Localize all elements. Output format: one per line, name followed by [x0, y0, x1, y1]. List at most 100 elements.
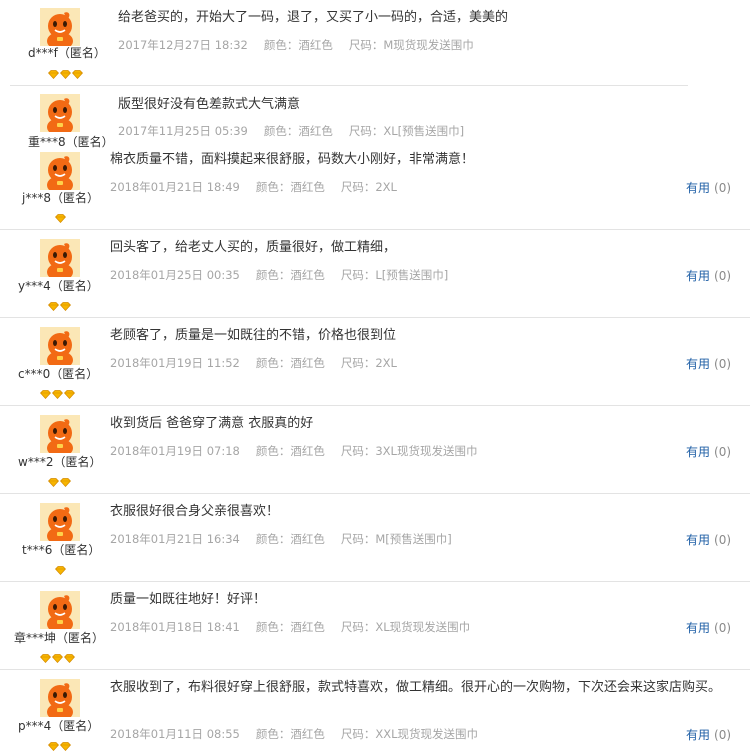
review-date: 2018年01月21日 16:34: [110, 532, 240, 546]
diamond-badge-icon: [64, 648, 75, 664]
useful-count: (0): [714, 357, 732, 371]
review-date: 2018年01月21日 18:49: [110, 180, 240, 194]
member-level-badges: [55, 208, 67, 224]
review-size: 尺码：M[预售送围巾]: [340, 532, 452, 546]
review-size: 尺码：3XL现货现发送围巾: [340, 444, 478, 458]
member-level-badges: [48, 472, 72, 488]
review-meta: 2018年01月19日 07:18 颜色：酒红色 尺码：3XL现货现发送围巾: [110, 443, 477, 459]
reviewer-name: c***0（匿名）: [18, 367, 99, 381]
member-level-badges: [48, 296, 72, 312]
avatar: [40, 94, 80, 132]
useful-count: (0): [714, 181, 732, 195]
diamond-badge-icon: [52, 384, 63, 400]
review-size: 尺码：2XL: [340, 356, 397, 370]
reviewer-name: 章***坤（匿名）: [14, 631, 105, 645]
useful-count: (0): [714, 269, 732, 283]
avatar: [40, 239, 80, 277]
review-date: 2018年01月25日 00:35: [110, 268, 240, 282]
reviewer-name: p***4（匿名）: [18, 719, 100, 733]
review-text: 收到货后 爸爸穿了满意 衣服真的好: [110, 416, 314, 431]
member-level-badges: [40, 384, 76, 400]
useful-label[interactable]: 有用: [686, 533, 710, 547]
review-text: 版型很好没有色差款式大气满意: [118, 97, 301, 112]
diamond-badge-icon: [55, 208, 66, 224]
useful-count: (0): [714, 728, 732, 742]
review-date: 2018年01月19日 07:18: [110, 444, 240, 458]
useful-label[interactable]: 有用: [686, 621, 710, 635]
useful-label[interactable]: 有用: [686, 269, 710, 283]
review-size: 尺码：XL[预售送围巾]: [348, 124, 465, 138]
review-item: c***0（匿名） 老顾客了，质量是一如既往的不错，价格也很到位 2018年01月1…: [0, 318, 750, 406]
review-date: 2018年01月18日 18:41: [110, 620, 240, 634]
review-item: 章***坤（匿名） 质量一如既往地好！好评！ 2018年01月18日 18:41 颜色…: [0, 582, 750, 670]
review-text: 衣服很好很合身父亲很喜欢！: [110, 504, 280, 519]
review-color: 颜色：酒红色: [255, 620, 325, 634]
useful-label[interactable]: 有用: [686, 357, 710, 371]
useful-button[interactable]: 有用 (0): [686, 531, 731, 548]
member-level-badges: [40, 648, 76, 664]
review-color: 颜色：酒红色: [263, 124, 333, 138]
useful-button[interactable]: 有用 (0): [686, 619, 731, 636]
useful-count: (0): [714, 621, 732, 635]
avatar: [40, 503, 80, 541]
review-meta: 2017年11月25日 05:39 颜色：酒红色 尺码：XL[预售送围巾]: [118, 123, 464, 139]
review-size: 尺码：2XL: [340, 180, 397, 194]
review-color: 颜色：酒红色: [255, 268, 325, 282]
review-item: j***8（匿名） 棉衣质量不错，面料摸起来很舒服，码数大小刚好，非常满意！ 201…: [0, 142, 750, 230]
member-level-badges: [48, 736, 72, 752]
review-item: p***4（匿名） 衣服收到了，布料很好穿上很舒服，款式特喜欢，做工精细。很开心的…: [0, 670, 750, 752]
useful-button[interactable]: 有用 (0): [686, 179, 731, 196]
reviewer-name: t***6（匿名）: [22, 543, 101, 557]
diamond-badge-icon: [48, 472, 59, 488]
useful-count: (0): [714, 445, 732, 459]
diamond-badge-icon: [40, 384, 51, 400]
review-text: 回头客了，给老丈人买的，质量很好，做工精细，: [110, 240, 397, 255]
diamond-badge-icon: [48, 296, 59, 312]
review-meta: 2018年01月18日 18:41 颜色：酒红色 尺码：XL现货现发送围巾: [110, 619, 470, 635]
review-size: 尺码：M现货现发送围巾: [348, 38, 474, 52]
review-meta: 2017年12月27日 18:32 颜色：酒红色 尺码：M现货现发送围巾: [118, 37, 474, 53]
member-level-badges: [48, 64, 84, 80]
diamond-badge-icon: [60, 472, 71, 488]
diamond-badge-icon: [64, 384, 75, 400]
avatar: [40, 8, 80, 46]
review-text: 衣服收到了，布料很好穿上很舒服，款式特喜欢，做工精细。很开心的一次购物，下次还会…: [110, 680, 722, 695]
member-level-badges: [55, 560, 67, 576]
review-color: 颜色：酒红色: [255, 727, 325, 741]
diamond-badge-icon: [48, 64, 59, 80]
review-item: w***2（匿名） 收到货后 爸爸穿了满意 衣服真的好 2018年01月19日 07…: [0, 406, 750, 494]
review-date: 2018年01月11日 08:55: [110, 727, 240, 741]
review-color: 颜色：酒红色: [263, 38, 333, 52]
review-meta: 2018年01月21日 18:49 颜色：酒红色 尺码：2XL: [110, 179, 397, 195]
diamond-badge-icon: [60, 64, 71, 80]
avatar: [40, 679, 80, 717]
reviewer-name: j***8（匿名）: [22, 191, 99, 205]
avatar: [40, 327, 80, 365]
useful-label[interactable]: 有用: [686, 181, 710, 195]
review-item: t***6（匿名） 衣服很好很合身父亲很喜欢！ 2018年01月21日 16:34 颜…: [0, 494, 750, 582]
review-color: 颜色：酒红色: [255, 444, 325, 458]
review-color: 颜色：酒红色: [255, 532, 325, 546]
diamond-badge-icon: [60, 736, 71, 752]
review-item: d***f（匿名） 给老爸买的，开始大了一码，退了，又买了小一码的，合适，美美的 2…: [10, 0, 688, 86]
avatar: [40, 415, 80, 453]
useful-label[interactable]: 有用: [686, 445, 710, 459]
useful-button[interactable]: 有用 (0): [686, 267, 731, 284]
reviewer-name: y***4（匿名）: [18, 279, 99, 293]
review-text: 老顾客了，质量是一如既往的不错，价格也很到位: [110, 328, 397, 343]
diamond-badge-icon: [40, 648, 51, 664]
useful-label[interactable]: 有用: [686, 728, 710, 742]
review-meta: 2018年01月25日 00:35 颜色：酒红色 尺码：L[预售送围巾]: [110, 267, 448, 283]
useful-button[interactable]: 有用 (0): [686, 726, 731, 743]
avatar: [40, 152, 80, 190]
review-list: d***f（匿名） 给老爸买的，开始大了一码，退了，又买了小一码的，合适，美美的 2…: [0, 0, 750, 752]
avatar: [40, 591, 80, 629]
review-date: 2017年11月25日 05:39: [118, 124, 248, 138]
useful-button[interactable]: 有用 (0): [686, 355, 731, 372]
reviewer-name: w***2（匿名）: [18, 455, 102, 469]
diamond-badge-icon: [55, 560, 66, 576]
diamond-badge-icon: [60, 296, 71, 312]
review-date: 2018年01月19日 11:52: [110, 356, 240, 370]
useful-button[interactable]: 有用 (0): [686, 443, 731, 460]
review-size: 尺码：L[预售送围巾]: [340, 268, 449, 282]
